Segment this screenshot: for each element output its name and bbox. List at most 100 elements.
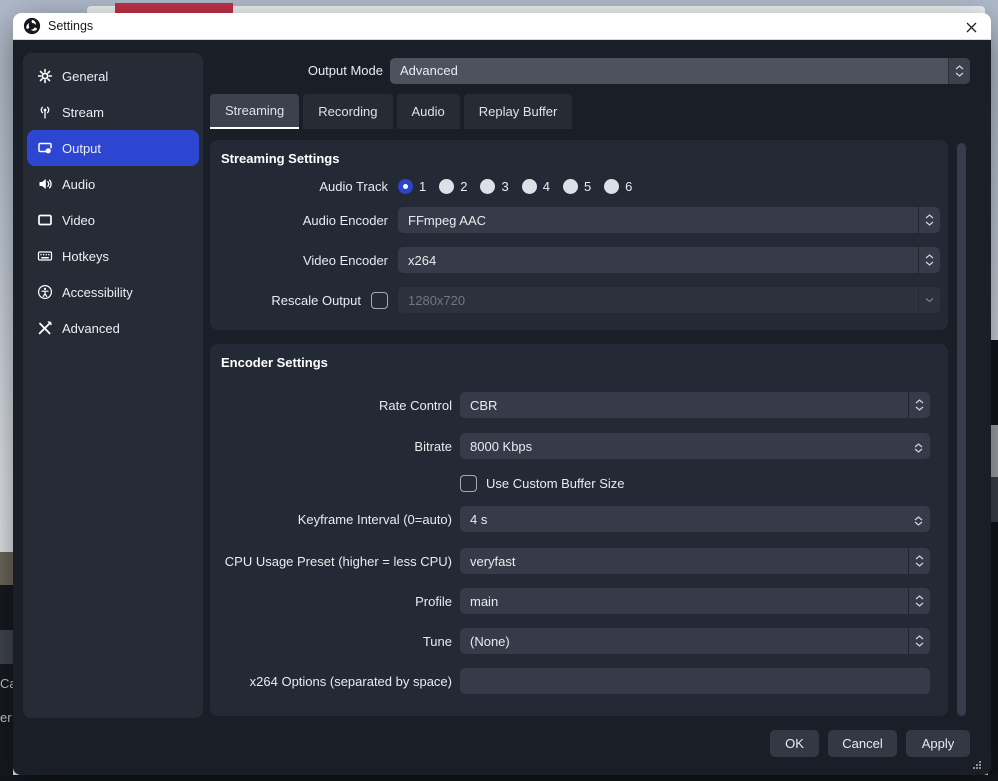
audio-track-option-5[interactable]: 5 bbox=[563, 179, 591, 194]
sidebar-item-label: Advanced bbox=[62, 321, 120, 336]
tune-row: Tune (None) bbox=[220, 628, 930, 654]
background-red-bar bbox=[115, 3, 233, 13]
background-left-column bbox=[0, 552, 13, 781]
chevron-up-down-icon[interactable] bbox=[908, 392, 930, 418]
audio-track-option-4[interactable]: 4 bbox=[522, 179, 550, 194]
spin-down-icon[interactable] bbox=[914, 514, 923, 529]
obs-logo-icon bbox=[23, 17, 41, 35]
video-encoder-select[interactable]: x264 bbox=[398, 247, 940, 273]
rate-control-select[interactable]: CBR bbox=[460, 392, 930, 418]
streaming-settings-panel: Streaming Settings Audio Track 1 2 3 4 5… bbox=[210, 140, 948, 330]
rescale-output-select: 1280x720 bbox=[398, 287, 940, 313]
chevron-up-down-icon[interactable] bbox=[948, 58, 970, 84]
output-monitor-icon bbox=[37, 140, 53, 156]
sidebar-item-video[interactable]: Video bbox=[27, 202, 199, 238]
audio-encoder-label: Audio Encoder bbox=[220, 213, 388, 228]
cpu-preset-value: veryfast bbox=[470, 554, 516, 569]
audio-encoder-value: FFmpeg AAC bbox=[408, 213, 486, 228]
radio-label: 5 bbox=[584, 179, 591, 194]
output-mode-label: Output Mode bbox=[210, 63, 383, 78]
keyframe-interval-row: Keyframe Interval (0=auto) 4 s bbox=[220, 506, 930, 532]
radio-selected-icon[interactable] bbox=[398, 179, 413, 194]
radio-icon[interactable] bbox=[480, 179, 495, 194]
gear-icon bbox=[37, 68, 53, 84]
chevron-up-down-icon[interactable] bbox=[908, 628, 930, 654]
background-left-patch-tan bbox=[0, 552, 13, 585]
title-bar[interactable]: Settings bbox=[13, 13, 991, 40]
rate-control-row: Rate Control CBR bbox=[220, 392, 930, 418]
sidebar-item-label: Output bbox=[62, 141, 101, 156]
radio-icon[interactable] bbox=[563, 179, 578, 194]
resize-grip[interactable] bbox=[972, 758, 982, 773]
tab-audio[interactable]: Audio bbox=[397, 94, 460, 129]
radio-icon[interactable] bbox=[439, 179, 454, 194]
sidebar-item-audio[interactable]: Audio bbox=[27, 166, 199, 202]
vertical-scrollbar[interactable] bbox=[957, 143, 966, 716]
radio-icon[interactable] bbox=[522, 179, 537, 194]
audio-track-option-2[interactable]: 2 bbox=[439, 179, 467, 194]
custom-buffer-label: Use Custom Buffer Size bbox=[486, 476, 624, 491]
keyframe-interval-value: 4 s bbox=[470, 512, 487, 527]
audio-encoder-row: Audio Encoder FFmpeg AAC bbox=[220, 207, 940, 233]
bitrate-spinbox[interactable]: 8000 Kbps bbox=[460, 433, 930, 459]
profile-select[interactable]: main bbox=[460, 588, 930, 614]
radio-label: 6 bbox=[625, 179, 632, 194]
apply-button[interactable]: Apply bbox=[906, 730, 970, 757]
tab-recording[interactable]: Recording bbox=[303, 94, 392, 129]
custom-buffer-checkbox[interactable] bbox=[460, 475, 477, 492]
close-icon[interactable] bbox=[963, 19, 979, 35]
output-mode-row: Output Mode Advanced bbox=[210, 57, 970, 84]
audio-track-option-1[interactable]: 1 bbox=[398, 179, 426, 194]
audio-track-option-6[interactable]: 6 bbox=[604, 179, 632, 194]
output-mode-value: Advanced bbox=[400, 63, 458, 78]
cpu-preset-row: CPU Usage Preset (higher = less CPU) ver… bbox=[220, 548, 930, 574]
rescale-output-label: Rescale Output bbox=[220, 293, 361, 308]
ok-button[interactable]: OK bbox=[770, 730, 819, 757]
audio-track-option-3[interactable]: 3 bbox=[480, 179, 508, 194]
sidebar-item-accessibility[interactable]: Accessibility bbox=[27, 274, 199, 310]
tab-replay-buffer[interactable]: Replay Buffer bbox=[464, 94, 573, 129]
settings-dialog: Settings General Stream bbox=[13, 13, 991, 775]
output-mode-select[interactable]: Advanced bbox=[390, 58, 970, 84]
encoder-settings-title: Encoder Settings bbox=[221, 355, 328, 370]
cancel-button[interactable]: Cancel bbox=[828, 730, 897, 757]
radio-icon[interactable] bbox=[604, 179, 619, 194]
custom-buffer-row: Use Custom Buffer Size bbox=[220, 474, 930, 492]
radio-label: 2 bbox=[460, 179, 467, 194]
window-title: Settings bbox=[48, 19, 93, 33]
tune-label: Tune bbox=[220, 634, 452, 649]
video-encoder-row: Video Encoder x264 bbox=[220, 247, 940, 273]
chevron-up-down-icon[interactable] bbox=[918, 247, 940, 273]
rescale-output-value: 1280x720 bbox=[408, 293, 465, 308]
spin-down-icon[interactable] bbox=[914, 441, 923, 456]
bitrate-value: 8000 Kbps bbox=[470, 439, 532, 454]
keyboard-icon bbox=[37, 248, 53, 264]
sidebar-item-output[interactable]: Output bbox=[27, 130, 199, 166]
sidebar-item-stream[interactable]: Stream bbox=[27, 94, 199, 130]
chevron-up-down-icon[interactable] bbox=[918, 207, 940, 233]
dialog-footer: OK Cancel Apply bbox=[13, 730, 970, 757]
sidebar-item-label: General bbox=[62, 69, 108, 84]
chevron-up-down-icon[interactable] bbox=[908, 588, 930, 614]
x264-options-input[interactable] bbox=[460, 668, 930, 694]
bitrate-label: Bitrate bbox=[220, 439, 452, 454]
chevron-up-down-icon[interactable] bbox=[908, 548, 930, 574]
sidebar-item-hotkeys[interactable]: Hotkeys bbox=[27, 238, 199, 274]
keyframe-interval-spinbox[interactable]: 4 s bbox=[460, 506, 930, 532]
rescale-output-checkbox[interactable] bbox=[371, 292, 388, 309]
tune-select[interactable]: (None) bbox=[460, 628, 930, 654]
sidebar-item-advanced[interactable]: Advanced bbox=[27, 310, 199, 346]
sidebar-item-label: Stream bbox=[62, 105, 104, 120]
background-text-fragment: er bbox=[0, 710, 12, 725]
tab-streaming[interactable]: Streaming bbox=[210, 94, 299, 129]
tools-icon bbox=[37, 320, 53, 336]
x264-options-row: x264 Options (separated by space) bbox=[220, 668, 930, 694]
audio-encoder-select[interactable]: FFmpeg AAC bbox=[398, 207, 940, 233]
rescale-output-row: Rescale Output 1280x720 bbox=[220, 287, 940, 313]
rate-control-label: Rate Control bbox=[220, 398, 452, 413]
sidebar-item-general[interactable]: General bbox=[27, 58, 199, 94]
background-bottom-strip bbox=[0, 775, 998, 781]
speaker-icon bbox=[37, 176, 53, 192]
profile-value: main bbox=[470, 594, 498, 609]
cpu-preset-select[interactable]: veryfast bbox=[460, 548, 930, 574]
